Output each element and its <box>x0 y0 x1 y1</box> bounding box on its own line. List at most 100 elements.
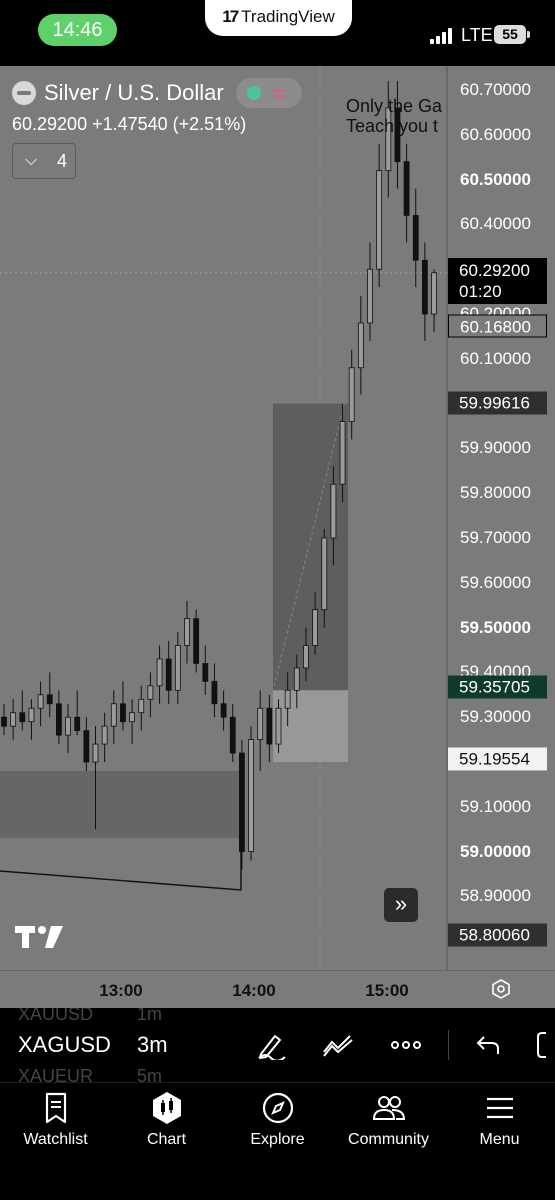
nav-watchlist[interactable]: Watchlist <box>0 1091 111 1149</box>
indicators-collapse-button[interactable]: ⌵ 4 <box>12 143 76 179</box>
signal-icon <box>430 26 456 44</box>
tradingview-logo-icon: 17 <box>222 7 239 26</box>
candle-body <box>339 421 346 485</box>
indicators-icon[interactable] <box>322 1030 354 1060</box>
stop-zone <box>273 690 348 762</box>
candle-body <box>421 259 428 315</box>
price-axis-label: 60.10000 <box>460 348 531 368</box>
nav-menu[interactable]: Menu <box>444 1091 555 1149</box>
symbol-picker[interactable]: XAGUSD <box>18 1032 111 1058</box>
candle-body <box>330 483 337 539</box>
candle-body <box>248 739 254 852</box>
price-axis-label: 60.70000 <box>460 80 531 99</box>
candle-body <box>211 680 218 705</box>
toolbar-divider <box>448 1030 449 1060</box>
symbol-title[interactable]: Silver / U.S. Dollar <box>44 80 224 106</box>
candle-countdown: 01:20 <box>459 282 502 301</box>
candle-body <box>193 618 200 664</box>
candle-body <box>37 694 44 709</box>
undo-icon[interactable] <box>472 1030 504 1060</box>
menu-icon <box>486 1097 513 1119</box>
nav-community[interactable]: Community <box>333 1091 444 1149</box>
candle-body <box>83 730 90 763</box>
candle-body <box>129 712 136 723</box>
candle-body <box>74 716 81 732</box>
nav-label: Explore <box>250 1131 305 1148</box>
nav-explore[interactable]: Explore <box>222 1091 333 1149</box>
entry-price-tag: 59.35705 <box>448 675 547 699</box>
candle-body <box>403 161 410 216</box>
candle-body <box>28 707 35 723</box>
symbol-header[interactable]: Silver / U.S. Dollar ≈ <box>12 78 302 108</box>
candle-body <box>312 609 319 646</box>
picker-ghost-interval: 5m <box>137 1066 163 1082</box>
price-axis-label: 59.50000 <box>460 617 531 637</box>
tradingview-watermark-icon <box>15 926 63 948</box>
bottom-navigation: Watchlist Chart Explore Community Menu <box>0 1082 555 1200</box>
candle-body <box>174 645 181 691</box>
candle-body <box>156 658 163 687</box>
status-time[interactable]: 14:46 <box>38 14 117 46</box>
drawing-tool-icon[interactable] <box>255 1030 287 1060</box>
candle-body <box>257 707 264 740</box>
compass-icon <box>262 1092 293 1124</box>
candle-body <box>303 645 309 669</box>
candle-body <box>184 618 190 646</box>
fullscreen-icon[interactable] <box>532 1030 555 1060</box>
candle-body <box>138 698 145 714</box>
candle-body <box>376 170 383 270</box>
candle-body <box>220 703 227 718</box>
scroll-to-realtime-button[interactable]: » <box>384 888 418 922</box>
chart-settings-icon[interactable] <box>490 978 512 1000</box>
bottom-price-tag: 58.80060 <box>448 923 547 947</box>
candle-body <box>431 272 437 315</box>
candle-body <box>348 367 355 422</box>
price-axis-label: 58.90000 <box>460 886 531 906</box>
support-zone <box>0 770 240 839</box>
candle-body <box>238 752 245 852</box>
network-type: LTE <box>461 25 493 45</box>
current-price-value: 60.29200 <box>459 261 530 280</box>
candle-body <box>10 712 17 727</box>
candle-body <box>56 703 62 736</box>
candle-body <box>202 663 209 682</box>
candle-body <box>19 712 26 723</box>
chart-area[interactable]: Silver / U.S. Dollar ≈ 60.29200 +1.47540… <box>0 66 555 970</box>
time-axis[interactable]: 13:00 14:00 15:00 <box>0 970 555 1008</box>
interval-picker[interactable]: 3m <box>137 1032 168 1058</box>
candle-body <box>65 716 71 736</box>
candlestick-chart[interactable] <box>0 66 555 970</box>
candle-body <box>275 707 282 745</box>
watchlist-icon <box>45 1092 66 1124</box>
chart-toolbar: XAUUSD 1m XAUEUR 5m XAGUSD 3m <box>0 1008 555 1082</box>
more-options-icon[interactable] <box>390 1030 422 1060</box>
wave-icon: ≈ <box>271 78 286 108</box>
outline-price-tag: 60.16800 <box>448 314 547 338</box>
candle-body <box>110 703 117 727</box>
indicator-toggle[interactable]: ≈ <box>235 78 302 108</box>
price-axis-label: 59.30000 <box>460 707 531 727</box>
nav-chart[interactable]: Chart <box>111 1091 222 1149</box>
app-indicator-pill[interactable]: 17 TradingView <box>205 0 352 36</box>
price-axis-label: 59.60000 <box>460 572 531 592</box>
chart-note-text[interactable]: Only the Ga Teach you t <box>346 96 442 136</box>
candle-body <box>284 689 291 709</box>
time-label: 15:00 <box>365 981 409 1000</box>
candle-body <box>293 667 300 691</box>
nav-label: Watchlist <box>23 1131 88 1148</box>
candle-body <box>367 268 373 324</box>
profit-zone <box>273 403 348 691</box>
price-change: 60.29200 +1.47540 (+2.51%) <box>12 114 247 134</box>
candle-body <box>165 658 172 691</box>
stop-price-tag: 59.19554 <box>448 747 547 771</box>
picker-ghost-interval: 1m <box>137 1008 163 1024</box>
picker-ghost-symbol: XAUUSD <box>18 1008 94 1024</box>
price-axis-label: 59.90000 <box>460 438 531 458</box>
note-line-1: Only the Ga <box>346 96 443 116</box>
time-label: 13:00 <box>99 981 143 1000</box>
candle-body <box>412 215 419 261</box>
price-axis-label: 60.50000 <box>460 169 531 189</box>
silver-symbol-icon <box>12 81 36 105</box>
candle-body <box>229 716 236 754</box>
current-price-tag: 60.29200 01:20 <box>448 258 547 304</box>
